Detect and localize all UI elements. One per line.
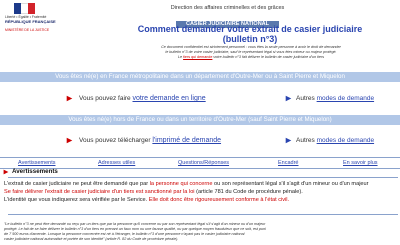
menu-en-savoir-plus[interactable]: En savoir plus: [343, 158, 378, 168]
birthplace-band-abroad: Vous êtes né(e) hors de France ou dans u…: [0, 115, 400, 125]
logo-republic: RÉPUBLIQUE FRANÇAISE: [5, 19, 56, 24]
french-flag-icon: [14, 3, 36, 14]
intro-link[interactable]: tiers qui demande: [183, 55, 212, 59]
page-title-line1: Comment demander votre extrait de casier…: [137, 24, 363, 34]
band2-link-abroad[interactable]: hors de France: [113, 116, 155, 123]
intro-line3-post: votre bulletin n°3 fait délivrer le bull…: [212, 55, 325, 59]
republique-francaise-logo: Liberté • Égalité • Fraternité RÉPUBLIQU…: [5, 1, 56, 37]
footer-divider: [8, 214, 398, 215]
row1-other-pre: Autres: [296, 95, 315, 102]
warning-line-1: L'extrait de casier judiciaire ne peut ê…: [4, 181, 369, 188]
online-request-link[interactable]: votre demande en ligne: [133, 95, 206, 102]
arrow-right-icon: [285, 137, 292, 144]
warning2-post: (article 781 du Code de procédure pénale…: [194, 189, 303, 195]
warning1-pre: L'extrait de casier judiciaire ne peut ê…: [4, 181, 150, 187]
warning-line-2: Se faire délivrer l'extrait de casier ju…: [4, 189, 303, 196]
band1-pre: Vous êtes né(e) en: [55, 73, 108, 80]
row2-other-pre: Autres: [296, 137, 315, 144]
legal-footnote: "Le bulletin n°3 ne peut être demandé ou…: [4, 222, 396, 242]
menu-encadre[interactable]: Encadré: [278, 158, 299, 168]
logo-ministry: MINISTÈRE DE LA JUSTICE: [5, 28, 50, 32]
direction-label: Direction des affaires criminelles et de…: [170, 5, 285, 11]
warning-line-3: L'identité que vous indiquerez sera véri…: [4, 197, 289, 204]
birthplace-band-france: Vous êtes né(e) en France métropolitaine…: [0, 72, 400, 82]
arrow-right-icon: [285, 95, 292, 102]
warnings-divider: [8, 177, 398, 178]
band1-link-spm[interactable]: Saint Pierre et Miquelon: [279, 73, 345, 80]
row2-pre: Vous pouvez télécharger: [79, 137, 151, 144]
bullet-arrow-icon: [3, 169, 9, 175]
other-modes-row1: Autres modes de demande: [296, 94, 374, 104]
warnings-title: Avertissements: [12, 168, 58, 175]
arrow-right-icon: [66, 137, 73, 144]
online-request-row: Vous pouvez faire votre demande en ligne: [79, 94, 206, 104]
section-menu: Avertissements Adresses utiles Questions…: [0, 157, 400, 169]
band1-link-metropole[interactable]: France métropolitaine: [109, 73, 169, 80]
band2-note: (sauf Saint Pierre et Miquelon): [248, 116, 332, 123]
warning3-red: Elle doit donc être rigoureusement confo…: [148, 197, 290, 203]
download-form-row: Vous pouvez télécharger l'imprimé de dem…: [79, 136, 221, 146]
intro-line3: Le tiers qui demande votre bulletin n°3 …: [110, 55, 392, 60]
intro-text: Ce document confidentiel est strictement…: [110, 45, 392, 60]
other-modes-link-1[interactable]: modes de demande: [317, 95, 374, 102]
other-modes-link-2[interactable]: modes de demande: [317, 137, 374, 144]
band1-mid2: ou à: [265, 73, 278, 80]
band2-mid: ou dans un: [156, 116, 188, 123]
download-form-link[interactable]: l'imprimé de demande: [152, 137, 221, 144]
footnote-line4: casier judiciaire national automatisé et…: [4, 237, 179, 241]
band1-mid1: dans un: [170, 73, 193, 80]
menu-questions-reponses[interactable]: Questions/Réponses: [178, 158, 229, 168]
band2-link-tom[interactable]: territoire d'Outre-Mer: [189, 116, 246, 123]
warning1-red: la personne qui concerne: [149, 181, 213, 187]
menu-adresses-utiles[interactable]: Adresses utiles: [98, 158, 135, 168]
band1-link-dom[interactable]: département d'Outre-Mer: [194, 73, 263, 80]
warning2-red: Se faire délivrer l'extrait de casier ju…: [4, 189, 195, 195]
band2-pre: Vous êtes né(e): [68, 116, 112, 123]
other-modes-row2: Autres modes de demande: [296, 136, 374, 146]
page-title: Comment demander votre extrait de casier…: [100, 24, 400, 44]
arrow-right-icon: [66, 95, 73, 102]
warning3-pre: L'identité que vous indiquerez sera véri…: [4, 197, 149, 203]
warning1-post: ou son représentant légal s'il s'agit d'…: [212, 181, 369, 187]
page-title-line2: (bulletin n°3): [222, 34, 278, 44]
row1-pre: Vous pouvez faire: [79, 95, 131, 102]
